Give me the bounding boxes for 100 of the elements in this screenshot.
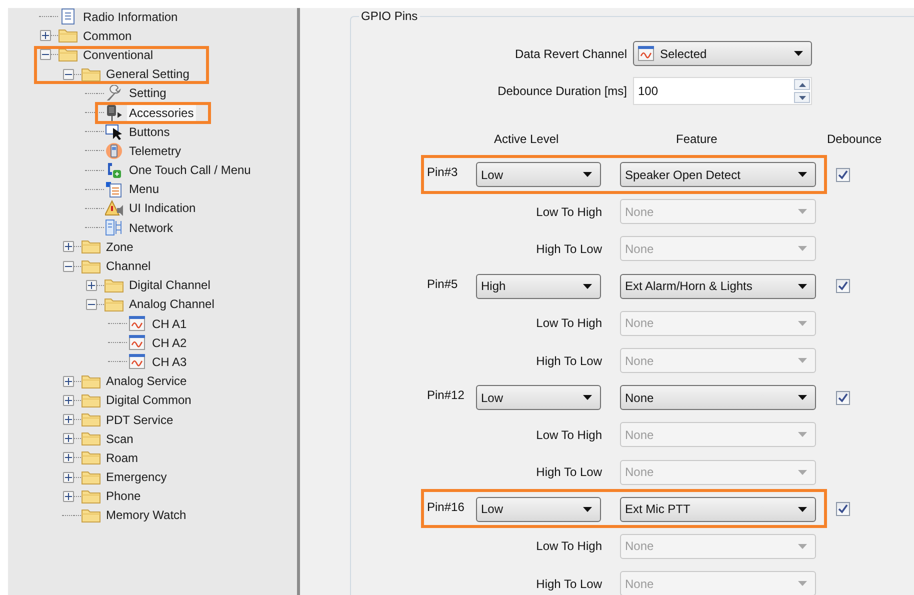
- tree-item[interactable]: CH A3: [150, 354, 189, 370]
- folder-icon: [81, 508, 101, 523]
- dropdown-arrow-icon: [583, 284, 592, 289]
- expand-toggle[interactable]: [62, 490, 74, 502]
- folder-icon: [81, 470, 101, 485]
- splitter[interactable]: [297, 8, 305, 595]
- check-icon: [838, 504, 848, 514]
- tree-item[interactable]: Channel: [104, 258, 153, 274]
- dropdown-arrow-icon: [798, 395, 807, 400]
- plus-icon: [88, 282, 94, 289]
- debounce-checkbox[interactable]: [836, 279, 850, 294]
- phone-icon: [105, 161, 123, 180]
- pin-label: Pin#3: [426, 164, 459, 182]
- level-dropdown[interactable]: Low: [476, 496, 601, 522]
- folder-icon: [81, 239, 101, 254]
- field-label: Debounce Duration [ms]: [496, 83, 627, 100]
- debounce-checkbox[interactable]: [836, 168, 850, 182]
- channel-icon: [638, 46, 654, 61]
- expand-toggle[interactable]: [86, 280, 96, 291]
- tree-item[interactable]: PDT Service: [104, 412, 176, 428]
- pin-label: Pin#16: [426, 498, 466, 516]
- expand-toggle[interactable]: [62, 472, 74, 483]
- feature-dropdown[interactable]: Ext Mic PTT: [620, 496, 816, 522]
- tree-item[interactable]: One Touch Call / Menu: [127, 162, 253, 178]
- channel-dropdown[interactable]: Selected: [633, 41, 812, 66]
- collapse-toggle[interactable]: [40, 49, 50, 60]
- tree-item[interactable]: Analog Service: [104, 373, 189, 390]
- dropdown-arrow-icon: [794, 51, 803, 56]
- expand-toggle[interactable]: [62, 433, 74, 444]
- level-dropdown[interactable]: Low: [476, 162, 601, 188]
- dropdown-arrow-icon: [798, 284, 807, 289]
- transition-label: High To Low: [535, 240, 602, 258]
- tree-item[interactable]: Menu: [127, 181, 162, 198]
- collapse-toggle[interactable]: [62, 260, 74, 272]
- column-header: Feature: [676, 131, 718, 148]
- expand-toggle[interactable]: [62, 414, 74, 426]
- tree-item[interactable]: CH A2: [150, 334, 189, 351]
- folder-icon: [81, 431, 101, 446]
- number-field[interactable]: 100: [633, 77, 812, 105]
- increment-button[interactable]: [794, 79, 810, 90]
- up-arrow-icon: [798, 82, 806, 86]
- down-arrow-icon: [798, 96, 806, 100]
- tree-item[interactable]: Zone: [104, 238, 136, 255]
- transition-label: High To Low: [535, 576, 602, 593]
- folder-icon: [81, 450, 101, 466]
- tree-item[interactable]: Radio Information: [81, 8, 180, 25]
- network-icon: [105, 219, 123, 236]
- plus-icon: [64, 378, 72, 385]
- document-icon: [60, 8, 76, 26]
- level-dropdown[interactable]: High: [476, 274, 601, 299]
- tree-item[interactable]: Phone: [104, 488, 143, 504]
- collapse-toggle[interactable]: [86, 298, 96, 310]
- expand-toggle[interactable]: [62, 452, 74, 464]
- feature-dropdown[interactable]: Ext Alarm/Horn & Lights: [620, 274, 816, 299]
- tree-item[interactable]: Conventional: [81, 46, 156, 63]
- feature-dropdown[interactable]: Speaker Open Detect: [620, 162, 816, 188]
- tree-item[interactable]: Scan: [104, 430, 136, 447]
- pin-label: Pin#12: [426, 387, 466, 404]
- feature-dropdown[interactable]: None: [620, 385, 816, 410]
- tree-item[interactable]: General Setting: [104, 66, 192, 82]
- expand-toggle[interactable]: [62, 241, 74, 252]
- collapse-toggle[interactable]: [62, 68, 74, 80]
- plus-icon: [64, 416, 72, 424]
- expand-toggle[interactable]: [62, 376, 74, 387]
- transition-label: High To Low: [535, 464, 602, 482]
- plus-icon: [64, 474, 72, 481]
- microphone-icon: [105, 104, 123, 122]
- transition-label: Low To High: [535, 426, 602, 444]
- tree-item[interactable]: Memory Watch: [104, 507, 188, 524]
- dropdown-arrow-icon: [583, 395, 592, 400]
- tree-item[interactable]: Network: [127, 220, 176, 236]
- tree-item[interactable]: Buttons: [127, 124, 172, 140]
- level-dropdown[interactable]: Low: [476, 385, 601, 410]
- tree-item[interactable]: Emergency: [104, 469, 169, 486]
- tree-item[interactable]: UI Indication: [127, 200, 198, 216]
- check-icon: [838, 392, 848, 403]
- expand-toggle[interactable]: [62, 394, 74, 406]
- dropdown-arrow-icon: [798, 209, 807, 214]
- folder-icon: [58, 47, 78, 62]
- column-header: Debounce: [827, 131, 882, 148]
- debounce-checkbox[interactable]: [836, 390, 850, 405]
- transition-label: Low To High: [535, 315, 602, 332]
- expand-toggle[interactable]: [40, 30, 50, 42]
- cursor-icon: [105, 123, 123, 140]
- tree-item[interactable]: Setting: [127, 85, 168, 102]
- decrement-button[interactable]: [794, 92, 810, 103]
- tree-item[interactable]: Digital Channel: [127, 277, 212, 294]
- folder-icon: [104, 278, 124, 293]
- folder-icon: [81, 66, 101, 82]
- tree-item[interactable]: Telemetry: [127, 142, 184, 159]
- tree-item[interactable]: Roam: [104, 450, 140, 466]
- dropdown-arrow-icon: [798, 544, 807, 549]
- dropdown-arrow-icon: [798, 358, 807, 364]
- tree-item[interactable]: Digital Common: [104, 392, 194, 408]
- tree-item[interactable]: Accessories: [127, 104, 196, 121]
- tree-item[interactable]: CH A1: [150, 316, 189, 332]
- wrench-icon: [105, 84, 123, 102]
- debounce-checkbox[interactable]: [836, 502, 850, 516]
- tree-item[interactable]: Analog Channel: [127, 296, 216, 312]
- tree-item[interactable]: Common: [81, 28, 134, 44]
